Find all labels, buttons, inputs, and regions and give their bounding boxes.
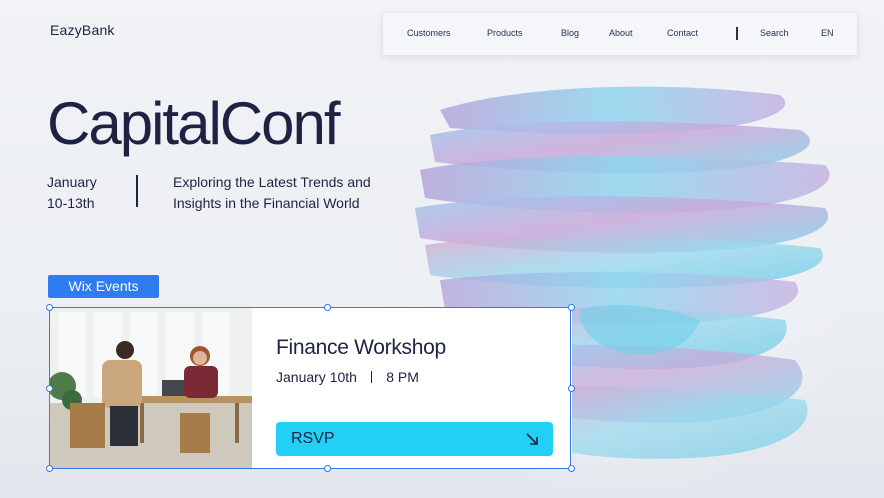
nav-divider	[736, 27, 738, 40]
wix-events-badge[interactable]: Wix Events	[48, 275, 159, 298]
language-selector[interactable]: EN	[821, 28, 834, 38]
nav-item-customers[interactable]: Customers	[407, 28, 451, 38]
page-title: CapitalConf	[47, 90, 341, 157]
resize-handle-top[interactable]	[324, 304, 331, 311]
arrow-down-right-icon	[526, 433, 538, 445]
tagline-line-2: Insights in the Financial World	[173, 195, 360, 211]
brand-logo[interactable]: EazyBank	[50, 22, 115, 38]
datetime-divider	[370, 371, 373, 383]
event-datetime: January 10th 8 PM	[276, 369, 419, 385]
nav-item-about[interactable]: About	[609, 28, 633, 38]
event-title: Finance Workshop	[276, 336, 446, 359]
resize-handle-right[interactable]	[568, 385, 575, 392]
event-time: 8 PM	[386, 369, 419, 385]
resize-handle-top-left[interactable]	[46, 304, 53, 311]
nav-item-products[interactable]: Products	[487, 28, 523, 38]
resize-handle-bottom[interactable]	[324, 465, 331, 472]
nav-item-contact[interactable]: Contact	[667, 28, 698, 38]
event-date-month: January	[47, 174, 97, 190]
hero-divider	[136, 175, 138, 207]
hero-tagline: Exploring the Latest Trends and Insights…	[173, 172, 371, 214]
nav-search[interactable]: Search	[760, 28, 789, 38]
resize-handle-bottom-left[interactable]	[46, 465, 53, 472]
event-date-days: 10-13th	[47, 195, 95, 211]
resize-handle-top-right[interactable]	[568, 304, 575, 311]
resize-handle-left[interactable]	[46, 385, 53, 392]
nav-item-blog[interactable]: Blog	[561, 28, 579, 38]
resize-handle-bottom-right[interactable]	[568, 465, 575, 472]
workshop-photo	[50, 308, 252, 469]
rsvp-button[interactable]: RSVP	[276, 422, 553, 456]
top-nav: Customers Products Blog About Contact Se…	[383, 13, 857, 55]
tagline-line-1: Exploring the Latest Trends and	[173, 174, 371, 190]
rsvp-label: RSVP	[291, 430, 335, 447]
event-date: January 10th	[276, 369, 357, 385]
event-dates: January 10-13th	[47, 172, 97, 214]
